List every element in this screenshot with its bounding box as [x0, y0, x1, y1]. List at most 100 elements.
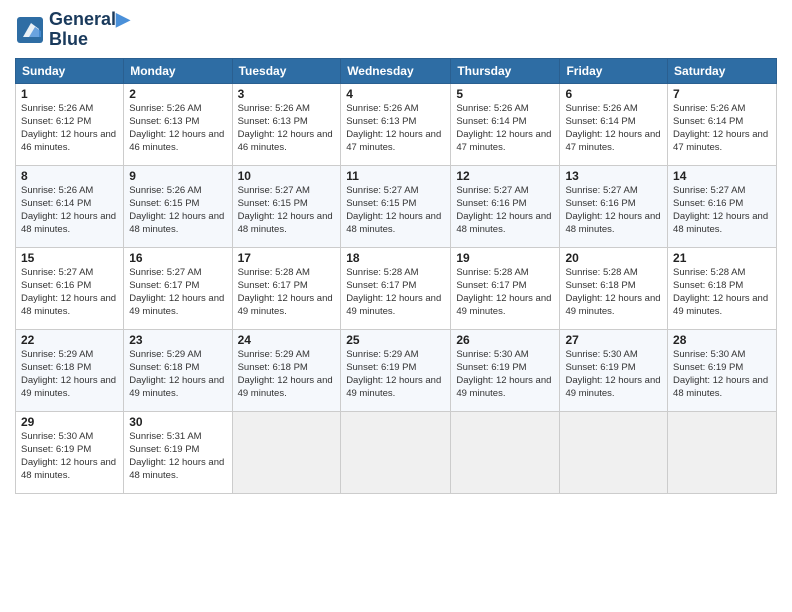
day-header-wednesday: Wednesday: [341, 58, 451, 83]
day-number: 2: [129, 87, 226, 101]
day-info: Sunrise: 5:28 AMSunset: 6:18 PMDaylight:…: [565, 266, 662, 319]
day-info: Sunrise: 5:26 AMSunset: 6:14 PMDaylight:…: [565, 102, 662, 155]
day-number: 7: [673, 87, 771, 101]
calendar-cell: 11Sunrise: 5:27 AMSunset: 6:15 PMDayligh…: [341, 165, 451, 247]
calendar-cell: 28Sunrise: 5:30 AMSunset: 6:19 PMDayligh…: [668, 329, 777, 411]
calendar-cell: 1Sunrise: 5:26 AMSunset: 6:12 PMDaylight…: [16, 83, 124, 165]
day-info: Sunrise: 5:27 AMSunset: 6:16 PMDaylight:…: [456, 184, 554, 237]
day-number: 9: [129, 169, 226, 183]
day-info: Sunrise: 5:27 AMSunset: 6:16 PMDaylight:…: [565, 184, 662, 237]
day-number: 13: [565, 169, 662, 183]
calendar-cell: 20Sunrise: 5:28 AMSunset: 6:18 PMDayligh…: [560, 247, 668, 329]
calendar-body: 1Sunrise: 5:26 AMSunset: 6:12 PMDaylight…: [16, 83, 777, 493]
calendar-cell: 17Sunrise: 5:28 AMSunset: 6:17 PMDayligh…: [232, 247, 341, 329]
calendar-cell: 14Sunrise: 5:27 AMSunset: 6:16 PMDayligh…: [668, 165, 777, 247]
calendar-cell: 24Sunrise: 5:29 AMSunset: 6:18 PMDayligh…: [232, 329, 341, 411]
day-number: 22: [21, 333, 118, 347]
calendar-cell: 4Sunrise: 5:26 AMSunset: 6:13 PMDaylight…: [341, 83, 451, 165]
day-number: 23: [129, 333, 226, 347]
day-info: Sunrise: 5:26 AMSunset: 6:13 PMDaylight:…: [238, 102, 336, 155]
day-info: Sunrise: 5:27 AMSunset: 6:17 PMDaylight:…: [129, 266, 226, 319]
day-info: Sunrise: 5:28 AMSunset: 6:18 PMDaylight:…: [673, 266, 771, 319]
day-number: 30: [129, 415, 226, 429]
day-info: Sunrise: 5:26 AMSunset: 6:13 PMDaylight:…: [346, 102, 445, 155]
calendar-cell: [341, 411, 451, 493]
day-number: 1: [21, 87, 118, 101]
calendar-cell: 6Sunrise: 5:26 AMSunset: 6:14 PMDaylight…: [560, 83, 668, 165]
day-info: Sunrise: 5:29 AMSunset: 6:18 PMDaylight:…: [21, 348, 118, 401]
calendar-cell: 22Sunrise: 5:29 AMSunset: 6:18 PMDayligh…: [16, 329, 124, 411]
day-header-thursday: Thursday: [451, 58, 560, 83]
calendar-cell: 25Sunrise: 5:29 AMSunset: 6:19 PMDayligh…: [341, 329, 451, 411]
logo: General▶ Blue: [15, 10, 130, 50]
day-info: Sunrise: 5:28 AMSunset: 6:17 PMDaylight:…: [346, 266, 445, 319]
calendar-cell: 16Sunrise: 5:27 AMSunset: 6:17 PMDayligh…: [124, 247, 232, 329]
day-info: Sunrise: 5:26 AMSunset: 6:13 PMDaylight:…: [129, 102, 226, 155]
day-header-friday: Friday: [560, 58, 668, 83]
day-info: Sunrise: 5:26 AMSunset: 6:14 PMDaylight:…: [21, 184, 118, 237]
calendar-cell: 27Sunrise: 5:30 AMSunset: 6:19 PMDayligh…: [560, 329, 668, 411]
day-info: Sunrise: 5:29 AMSunset: 6:19 PMDaylight:…: [346, 348, 445, 401]
calendar-cell: 18Sunrise: 5:28 AMSunset: 6:17 PMDayligh…: [341, 247, 451, 329]
day-number: 27: [565, 333, 662, 347]
calendar-week-3: 15Sunrise: 5:27 AMSunset: 6:16 PMDayligh…: [16, 247, 777, 329]
calendar-cell: 19Sunrise: 5:28 AMSunset: 6:17 PMDayligh…: [451, 247, 560, 329]
day-info: Sunrise: 5:26 AMSunset: 6:14 PMDaylight:…: [456, 102, 554, 155]
logo-icon: [15, 15, 45, 45]
day-info: Sunrise: 5:26 AMSunset: 6:14 PMDaylight:…: [673, 102, 771, 155]
calendar-cell: 5Sunrise: 5:26 AMSunset: 6:14 PMDaylight…: [451, 83, 560, 165]
day-info: Sunrise: 5:30 AMSunset: 6:19 PMDaylight:…: [673, 348, 771, 401]
day-info: Sunrise: 5:29 AMSunset: 6:18 PMDaylight:…: [129, 348, 226, 401]
calendar-cell: 13Sunrise: 5:27 AMSunset: 6:16 PMDayligh…: [560, 165, 668, 247]
calendar-cell: 15Sunrise: 5:27 AMSunset: 6:16 PMDayligh…: [16, 247, 124, 329]
page: General▶ Blue SundayMondayTuesdayWednesd…: [0, 0, 792, 612]
calendar-table: SundayMondayTuesdayWednesdayThursdayFrid…: [15, 58, 777, 494]
day-info: Sunrise: 5:30 AMSunset: 6:19 PMDaylight:…: [565, 348, 662, 401]
calendar-week-2: 8Sunrise: 5:26 AMSunset: 6:14 PMDaylight…: [16, 165, 777, 247]
day-number: 15: [21, 251, 118, 265]
day-info: Sunrise: 5:30 AMSunset: 6:19 PMDaylight:…: [456, 348, 554, 401]
calendar-cell: [232, 411, 341, 493]
day-number: 17: [238, 251, 336, 265]
calendar-cell: 3Sunrise: 5:26 AMSunset: 6:13 PMDaylight…: [232, 83, 341, 165]
logo-text: General▶ Blue: [49, 10, 130, 50]
day-number: 24: [238, 333, 336, 347]
day-number: 6: [565, 87, 662, 101]
day-number: 16: [129, 251, 226, 265]
calendar-header-row: SundayMondayTuesdayWednesdayThursdayFrid…: [16, 58, 777, 83]
calendar-cell: 7Sunrise: 5:26 AMSunset: 6:14 PMDaylight…: [668, 83, 777, 165]
day-header-tuesday: Tuesday: [232, 58, 341, 83]
day-number: 10: [238, 169, 336, 183]
calendar-cell: 21Sunrise: 5:28 AMSunset: 6:18 PMDayligh…: [668, 247, 777, 329]
calendar-cell: [668, 411, 777, 493]
day-number: 19: [456, 251, 554, 265]
calendar-cell: 2Sunrise: 5:26 AMSunset: 6:13 PMDaylight…: [124, 83, 232, 165]
day-number: 5: [456, 87, 554, 101]
day-info: Sunrise: 5:29 AMSunset: 6:18 PMDaylight:…: [238, 348, 336, 401]
day-number: 12: [456, 169, 554, 183]
calendar-cell: 12Sunrise: 5:27 AMSunset: 6:16 PMDayligh…: [451, 165, 560, 247]
day-number: 21: [673, 251, 771, 265]
calendar-cell: 26Sunrise: 5:30 AMSunset: 6:19 PMDayligh…: [451, 329, 560, 411]
day-info: Sunrise: 5:27 AMSunset: 6:15 PMDaylight:…: [238, 184, 336, 237]
day-info: Sunrise: 5:27 AMSunset: 6:15 PMDaylight:…: [346, 184, 445, 237]
day-info: Sunrise: 5:27 AMSunset: 6:16 PMDaylight:…: [21, 266, 118, 319]
day-header-monday: Monday: [124, 58, 232, 83]
day-number: 25: [346, 333, 445, 347]
day-number: 8: [21, 169, 118, 183]
calendar-cell: 8Sunrise: 5:26 AMSunset: 6:14 PMDaylight…: [16, 165, 124, 247]
day-number: 14: [673, 169, 771, 183]
day-number: 28: [673, 333, 771, 347]
day-number: 29: [21, 415, 118, 429]
day-number: 11: [346, 169, 445, 183]
calendar-week-4: 22Sunrise: 5:29 AMSunset: 6:18 PMDayligh…: [16, 329, 777, 411]
calendar-week-1: 1Sunrise: 5:26 AMSunset: 6:12 PMDaylight…: [16, 83, 777, 165]
calendar-cell: [451, 411, 560, 493]
calendar-cell: [560, 411, 668, 493]
day-info: Sunrise: 5:31 AMSunset: 6:19 PMDaylight:…: [129, 430, 226, 483]
calendar-cell: 30Sunrise: 5:31 AMSunset: 6:19 PMDayligh…: [124, 411, 232, 493]
day-number: 4: [346, 87, 445, 101]
calendar-cell: 23Sunrise: 5:29 AMSunset: 6:18 PMDayligh…: [124, 329, 232, 411]
day-number: 26: [456, 333, 554, 347]
calendar-cell: 10Sunrise: 5:27 AMSunset: 6:15 PMDayligh…: [232, 165, 341, 247]
